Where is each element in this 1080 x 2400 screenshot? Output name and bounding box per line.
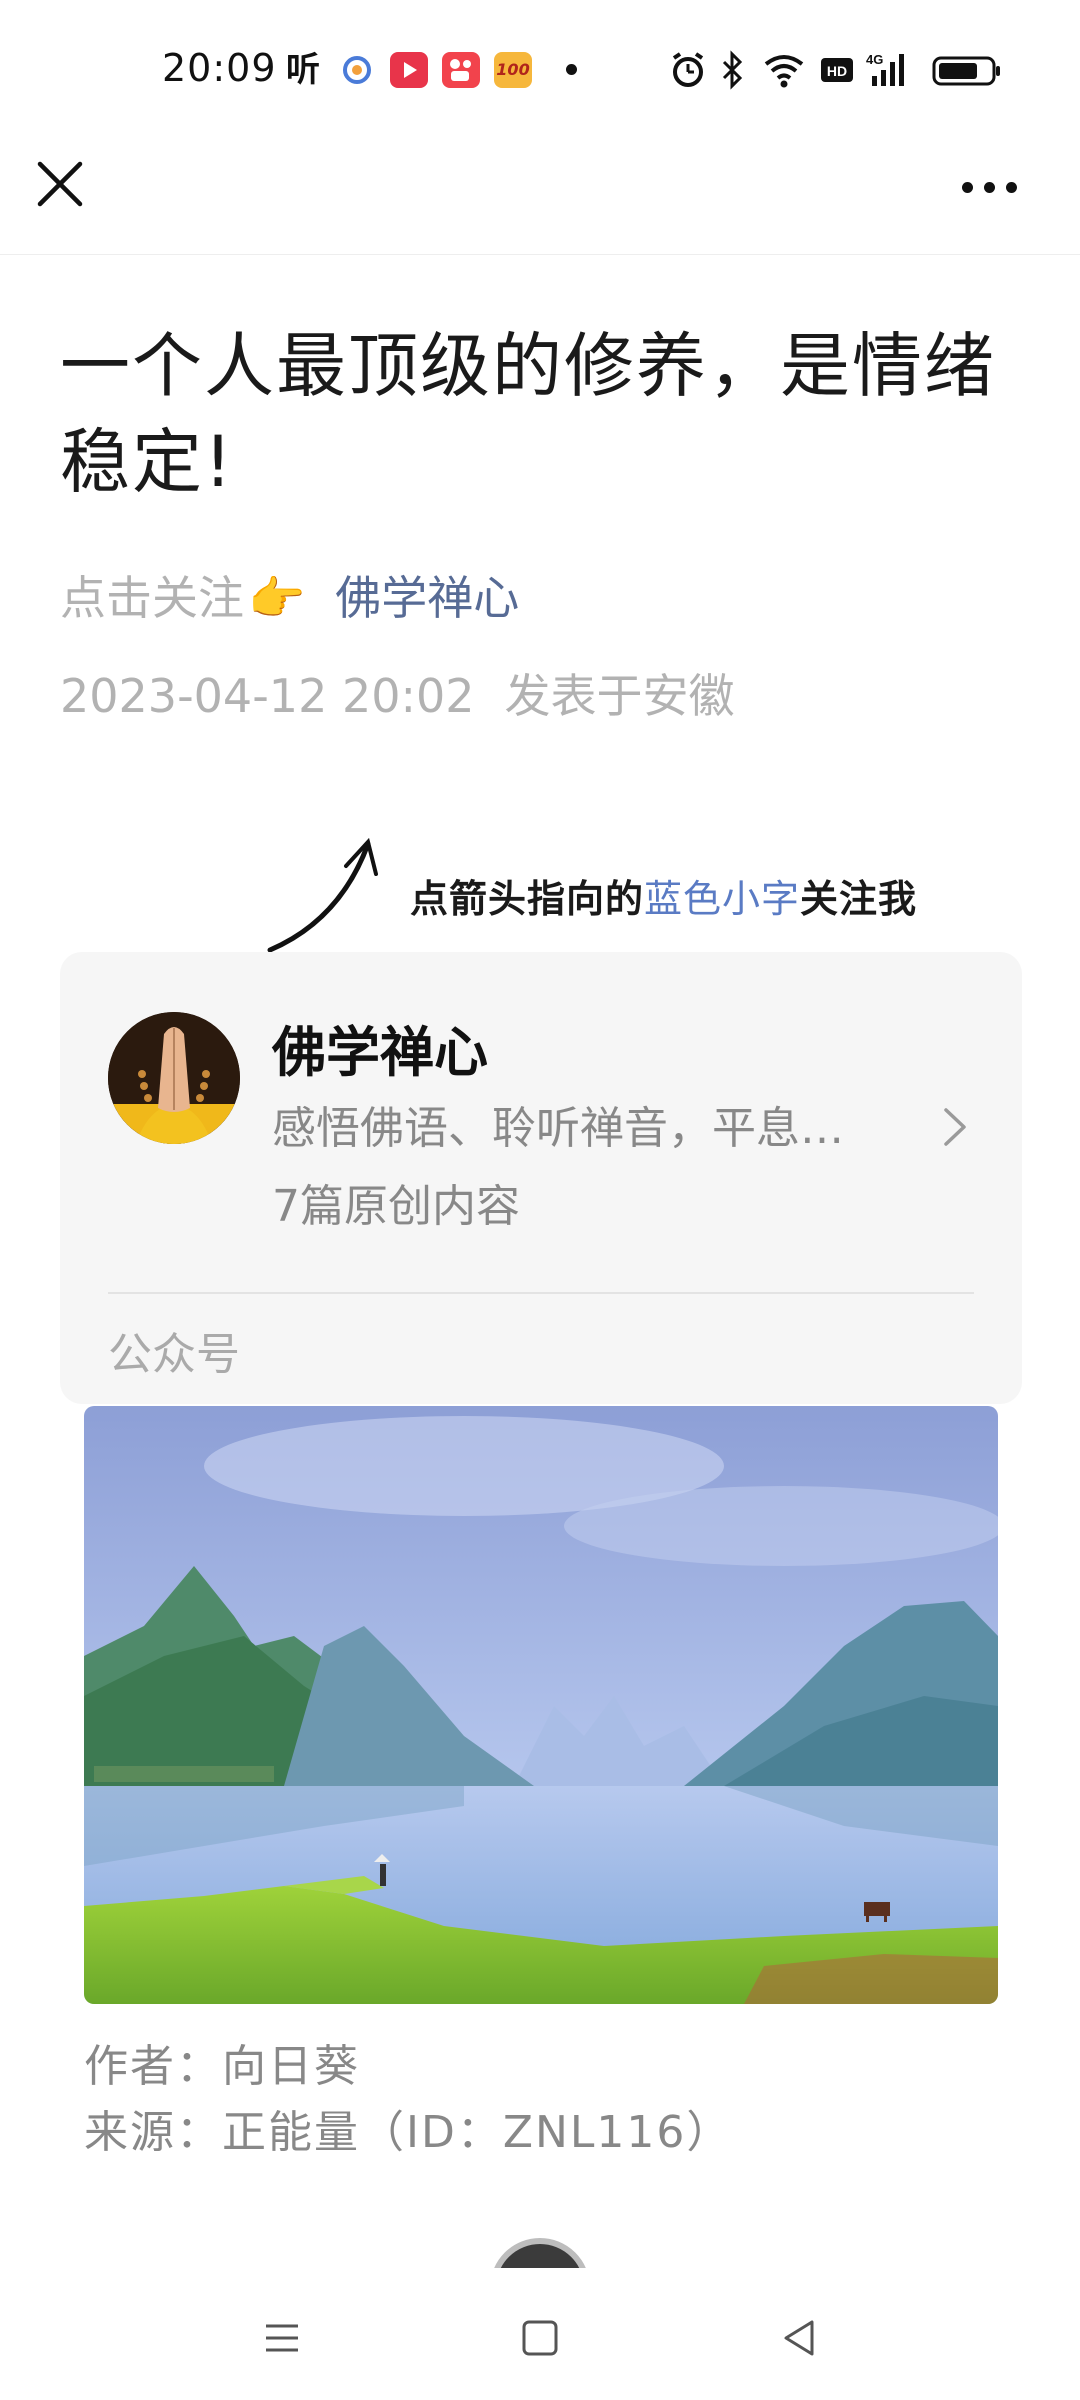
author-credit: 作者：向日葵: [84, 2041, 360, 2092]
home-button[interactable]: [510, 2308, 570, 2368]
video-app-icon: [390, 52, 428, 88]
chevron-right-icon: [944, 1108, 966, 1146]
back-icon: [784, 2320, 814, 2356]
ting-app-icon: 听: [286, 50, 320, 90]
home-icon: [522, 2320, 558, 2356]
publish-location: 发表于安徽: [504, 669, 735, 723]
follow-hint-text: 点箭头指向的蓝色小字关注我: [410, 877, 918, 921]
notification-dot: [566, 64, 577, 75]
account-type-label: 公众号: [108, 1329, 240, 1380]
close-button[interactable]: [30, 152, 90, 212]
source-credit: 来源：正能量（ID：ZNL116）: [84, 2107, 733, 2158]
account-card[interactable]: 佛学禅心 感悟佛语、聆听禅音，平息… 7篇原创内容 公众号: [60, 952, 1022, 1404]
article-nav-bar: [0, 140, 1080, 255]
hundred-app-icon: 100: [494, 52, 532, 88]
bluetooth-icon: [722, 50, 743, 90]
more-button[interactable]: [960, 162, 1030, 212]
wifi-icon: [764, 55, 804, 88]
publish-datetime: 2023-04-12 20:02: [60, 669, 475, 723]
follow-line: 点击关注👉 佛学禅心: [60, 562, 519, 628]
menu-button[interactable]: [252, 2308, 312, 2368]
account-name-link[interactable]: 佛学禅心: [335, 571, 519, 625]
battery-icon: [932, 56, 1000, 86]
svg-text:HD: HD: [827, 63, 847, 79]
hd-icon: HD: [821, 58, 853, 82]
avatar: [108, 1012, 240, 1144]
menu-icon: [266, 2324, 298, 2352]
floating-media-button[interactable]: [490, 2238, 590, 2268]
more-icon: [962, 182, 973, 193]
follow-hint-banner: 点箭头指向的蓝色小字关注我: [260, 830, 1020, 960]
kuaishou-app-icon: [442, 52, 480, 88]
status-time: 20:09: [162, 46, 277, 90]
circle-app-icon: [340, 52, 374, 88]
account-description: 感悟佛语、聆听禅音，平息…: [272, 1103, 844, 1154]
publish-info: 2023-04-12 20:02 发表于安徽: [60, 660, 735, 726]
status-bar: 20:09 听 100 HD 4G: [0, 0, 1080, 140]
back-button[interactable]: [770, 2308, 830, 2368]
4g-signal-icon: 4G: [866, 52, 904, 86]
article-title: 一个人最顶级的修养，是情绪稳定!: [60, 325, 996, 503]
system-navigation-bar: [0, 2268, 1080, 2400]
landscape-image: [84, 1406, 998, 2004]
follow-prompt: 点击关注: [60, 571, 244, 625]
pointing-hand-icon: 👉: [248, 571, 306, 625]
account-name: 佛学禅心: [272, 1021, 488, 1084]
card-divider: [108, 1292, 974, 1294]
original-count: 7篇原创内容: [272, 1181, 520, 1232]
svg-text:4G: 4G: [866, 52, 883, 67]
close-icon: [37, 161, 83, 207]
alarm-icon: [672, 52, 704, 87]
curved-arrow-icon: [267, 837, 378, 953]
